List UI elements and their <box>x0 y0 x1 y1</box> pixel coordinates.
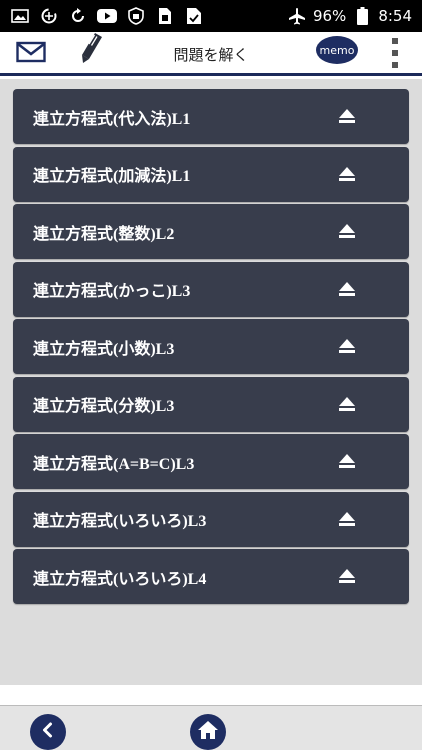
eject-icon[interactable] <box>337 509 357 529</box>
list-item[interactable]: 連立方程式(整数)L2 <box>13 204 409 259</box>
sim-icon <box>155 7 175 25</box>
list-item-label: 連立方程式(A=B=C)L3 <box>33 455 195 473</box>
list-item-label: 連立方程式(小数)L3 <box>33 340 175 358</box>
data-saver-icon <box>39 7 59 25</box>
list-item-label: 連立方程式(代入法)L1 <box>33 110 191 128</box>
home-button[interactable] <box>190 714 226 750</box>
list-item-label: 連立方程式(かっこ)L3 <box>33 283 191 300</box>
file-check-icon <box>184 7 204 25</box>
battery-percent: 96% <box>312 7 347 25</box>
memo-button[interactable]: memo <box>316 36 358 64</box>
eject-icon[interactable] <box>337 394 357 414</box>
back-button[interactable] <box>30 714 66 750</box>
spacer <box>0 685 422 705</box>
eject-icon[interactable] <box>337 279 357 299</box>
list-item[interactable]: 連立方程式(A=B=C)L3 <box>13 434 409 489</box>
battery-icon <box>352 7 372 25</box>
page-title: 問題を解く <box>173 46 249 64</box>
eject-icon[interactable] <box>337 106 357 126</box>
back-icon <box>39 721 57 743</box>
eject-icon[interactable] <box>337 336 357 356</box>
content-area: 連立方程式(代入法)L1 連立方程式(加減法)L1 連立方程式(整数)L2 連立… <box>0 79 422 685</box>
list-item-label: 連立方程式(加減法)L1 <box>33 168 191 185</box>
list-item[interactable]: 連立方程式(いろいろ)L3 <box>13 491 409 547</box>
list-item[interactable]: 連立方程式(分数)L3 <box>13 376 409 432</box>
eject-icon[interactable] <box>337 164 357 184</box>
sync-icon <box>68 7 88 25</box>
more-menu-icon[interactable] <box>390 38 400 68</box>
list-item[interactable]: 連立方程式(加減法)L1 <box>13 146 409 202</box>
problem-list: 連立方程式(代入法)L1 連立方程式(加減法)L1 連立方程式(整数)L2 連立… <box>13 89 409 607</box>
list-item[interactable]: 連立方程式(かっこ)L3 <box>13 261 409 317</box>
status-bar: 96% 8:54 <box>0 0 422 32</box>
shield-icon <box>126 7 146 25</box>
eject-icon[interactable] <box>337 221 357 241</box>
home-icon <box>197 720 219 744</box>
list-item[interactable]: 連立方程式(小数)L3 <box>13 319 409 374</box>
bottom-nav <box>0 705 422 750</box>
list-item-label: 連立方程式(分数)L3 <box>33 398 175 415</box>
app-bar: 問題を解く memo <box>0 32 422 76</box>
youtube-icon <box>97 7 117 25</box>
list-item-label: 連立方程式(いろいろ)L3 <box>33 513 207 530</box>
eject-icon[interactable] <box>337 451 357 471</box>
image-icon <box>10 7 30 25</box>
list-item[interactable]: 連立方程式(代入法)L1 <box>13 89 409 144</box>
list-item-label: 連立方程式(整数)L2 <box>33 225 175 243</box>
airplane-icon <box>287 7 307 25</box>
list-item[interactable]: 連立方程式(いろいろ)L4 <box>13 549 409 604</box>
eject-icon[interactable] <box>337 566 357 586</box>
list-item-label: 連立方程式(いろいろ)L4 <box>33 570 207 588</box>
clock: 8:54 <box>378 7 412 25</box>
